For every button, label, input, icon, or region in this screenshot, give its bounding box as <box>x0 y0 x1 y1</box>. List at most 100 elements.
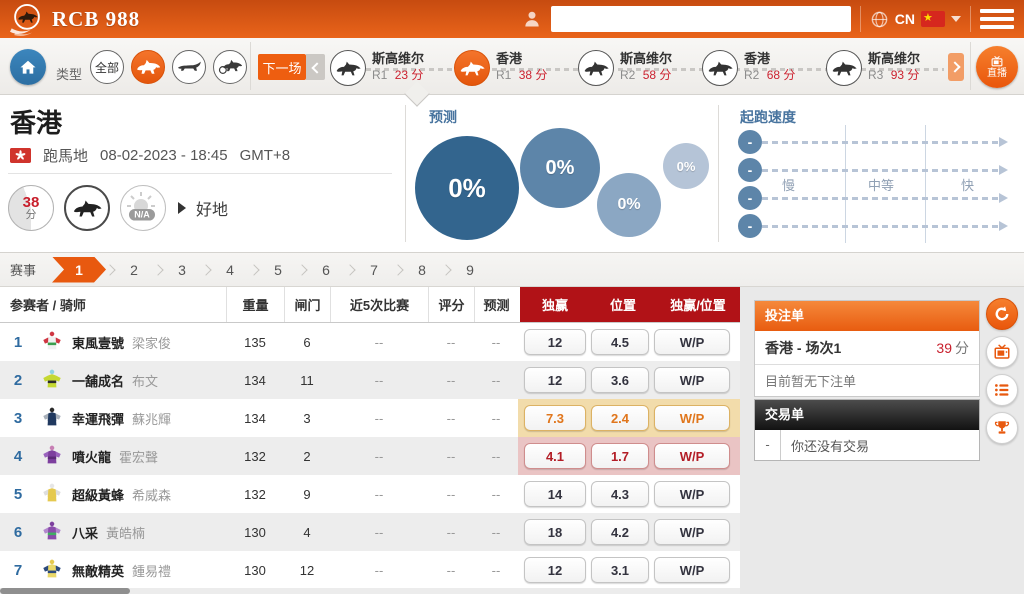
menu-button[interactable] <box>980 6 1014 32</box>
gate-value: 12 <box>284 551 330 589</box>
scroll-left-button[interactable] <box>306 54 325 80</box>
race-navbar: 类型 全部 下一场 <box>0 38 1024 95</box>
win-odds-button[interactable]: 18 <box>524 519 586 545</box>
speed-marker: - <box>738 158 762 182</box>
place-odds-button[interactable]: 4.2 <box>591 519 649 545</box>
search-input[interactable] <box>551 6 851 32</box>
race-track-name: 斯高维尔 <box>620 51 672 66</box>
jockey-silks-icon <box>36 513 68 551</box>
race-title: 香港 <box>10 103 62 140</box>
win-odds-button[interactable]: 12 <box>524 367 586 393</box>
home-button[interactable] <box>10 49 46 85</box>
scroll-right-button[interactable] <box>948 53 964 81</box>
place-odds-button[interactable]: 2.4 <box>591 405 649 431</box>
race-nav-item[interactable]: 斯高维尔 R1 23 分 <box>330 47 448 93</box>
horizontal-scrollbar[interactable] <box>0 588 740 594</box>
type-harness-button[interactable] <box>213 50 247 84</box>
tv-icon <box>988 55 1006 68</box>
horse-icon <box>72 199 102 218</box>
place-odds-button[interactable]: 4.5 <box>591 329 649 355</box>
racecard-table: 参赛者 / 骑师 重量 闸门 近5次比赛 评分 预测 独赢 位置 独赢/位置 1 <box>0 287 740 589</box>
race-tab[interactable]: 4 <box>202 262 250 278</box>
scrollbar-thumb[interactable] <box>0 588 130 594</box>
col-place: 位置 <box>590 287 656 322</box>
race-countdown: 23 分 <box>395 68 424 82</box>
weight-value: 134 <box>226 399 284 437</box>
place-odds-button[interactable]: 3.1 <box>591 557 649 583</box>
place-odds-button[interactable]: 4.3 <box>591 481 649 507</box>
horse-name: 噴火龍 <box>72 447 111 466</box>
horse-icon <box>330 50 366 86</box>
win-odds-button[interactable]: 12 <box>524 557 586 583</box>
runner-number: 2 <box>0 361 36 399</box>
rating-value: -- <box>428 323 474 361</box>
win-odds-button[interactable]: 4.1 <box>524 443 586 469</box>
win-place-button[interactable]: W/P <box>654 405 730 431</box>
race-nav-item[interactable]: 斯高维尔 R3 93 分 <box>826 47 944 93</box>
type-horse-button[interactable] <box>131 50 165 84</box>
weight-value: 135 <box>226 323 284 361</box>
runner-number: 1 <box>0 323 36 361</box>
win-place-button[interactable]: W/P <box>654 443 730 469</box>
race-tab[interactable]: 8 <box>394 262 442 278</box>
win-odds-button[interactable]: 12 <box>524 329 586 355</box>
brand-logo[interactable]: RCB 988 <box>10 2 140 36</box>
gate-value: 3 <box>284 399 330 437</box>
live-tv-button[interactable] <box>986 336 1018 368</box>
race-tab[interactable]: 3 <box>154 262 202 278</box>
divider <box>970 6 971 32</box>
race-countdown: 38 分 <box>519 68 548 82</box>
race-tab[interactable]: 9 <box>442 262 490 278</box>
countdown-badge: 38分 <box>8 185 54 231</box>
globe-icon <box>870 10 889 29</box>
race-tab[interactable]: 2 <box>106 262 154 278</box>
place-odds-button[interactable]: 1.7 <box>591 443 649 469</box>
bet-list-button[interactable] <box>986 374 1018 406</box>
race-tab[interactable]: 6 <box>298 262 346 278</box>
speed-track-line <box>762 169 999 172</box>
refresh-button[interactable] <box>986 298 1018 330</box>
win-odds-button[interactable]: 14 <box>524 481 586 507</box>
gate-value: 2 <box>284 437 330 475</box>
type-greyhound-button[interactable] <box>172 50 206 84</box>
race-info-panel: 香港 跑馬地 08-02-2023 - 18:45 GMT+8 <box>0 95 1024 253</box>
race-tab[interactable]: 7 <box>346 262 394 278</box>
prediction-value: -- <box>474 513 518 551</box>
horse-icon <box>578 50 614 86</box>
last5-value: -- <box>330 475 428 513</box>
win-place-button[interactable]: W/P <box>654 329 730 355</box>
win-place-button[interactable]: W/P <box>654 519 730 545</box>
results-button[interactable] <box>986 412 1018 444</box>
race-tab[interactable]: 5 <box>250 262 298 278</box>
win-place-button[interactable]: W/P <box>654 367 730 393</box>
tv-icon <box>993 343 1011 361</box>
runner-row: 5 超級黃蜂 希威森 <box>0 475 740 513</box>
place-odds-button[interactable]: 3.6 <box>591 367 649 393</box>
type-label: 类型 <box>56 64 82 83</box>
col-last5: 近5次比赛 <box>330 287 428 322</box>
col-prediction: 预测 <box>474 287 518 322</box>
race-nav-item[interactable]: 斯高维尔 R2 58 分 <box>578 47 696 93</box>
prediction-value: -- <box>474 551 518 589</box>
start-speed-panel: 起跑速度 慢 中等 快 - - <box>718 95 1024 253</box>
jockey-silks-icon <box>36 361 68 399</box>
race-nav-item[interactable]: 香港 R1 38 分 <box>454 47 572 93</box>
live-stream-button[interactable]: 直播 <box>976 46 1018 88</box>
runner-row: 6 八采 黃皓楠 <box>0 513 740 551</box>
language-selector[interactable]: CN ★ <box>870 10 961 29</box>
race-nav-item[interactable]: 香港 R2 68 分 <box>702 47 820 93</box>
jockey-name: 希威森 <box>132 485 171 504</box>
next-race-button[interactable]: 下一场 <box>258 54 306 80</box>
win-odds-button[interactable]: 7.3 <box>524 405 586 431</box>
win-place-button[interactable]: W/P <box>654 557 730 583</box>
hk-flag-icon <box>10 148 31 163</box>
betslip-panel: 投注单 香港 - 场次1 39分 目前暂无下注单 <box>754 300 980 397</box>
speed-track-line <box>762 225 999 228</box>
win-place-button[interactable]: W/P <box>654 481 730 507</box>
race-tab[interactable]: 1 <box>44 257 106 283</box>
arrow-right-icon <box>999 165 1008 175</box>
type-all-button[interactable]: 全部 <box>90 50 124 84</box>
top-header: RCB 988 CN ★ <box>0 0 1024 38</box>
jockey-silks-icon <box>36 551 68 589</box>
race-countdown: 58 分 <box>643 68 672 82</box>
